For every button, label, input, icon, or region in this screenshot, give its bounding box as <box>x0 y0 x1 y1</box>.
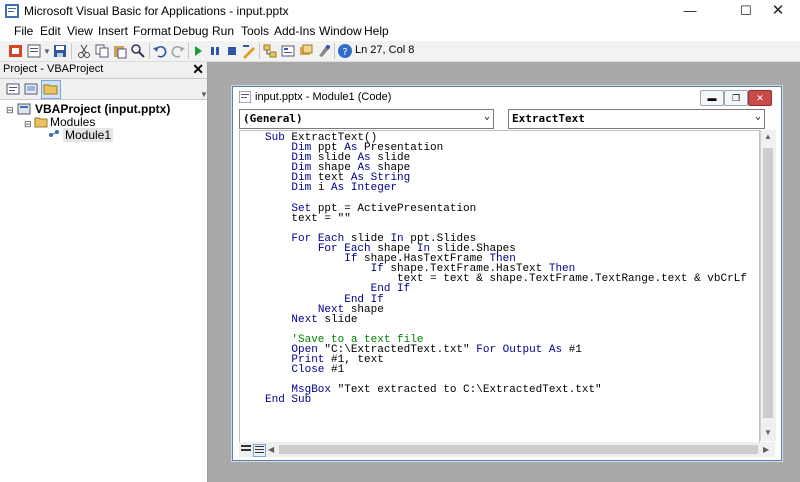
properties-icon[interactable] <box>280 43 296 59</box>
window-title: Microsoft Visual Basic for Applications … <box>24 4 289 18</box>
toggle-folders-button[interactable] <box>41 80 61 99</box>
menu-help[interactable]: Help <box>364 24 389 38</box>
help-icon[interactable]: ? <box>337 43 353 59</box>
code-window: input.pptx - Module1 (Code) ▬ ❐ ✕ (Gener… <box>232 86 782 461</box>
chevron-right-icon[interactable]: ▶ <box>763 445 769 454</box>
chevron-down-icon[interactable]: ▼ <box>43 47 51 56</box>
break-icon[interactable] <box>207 43 223 59</box>
resize-grip-icon: ▼ <box>200 90 208 99</box>
cut-icon[interactable] <box>76 43 92 59</box>
menu-window[interactable]: Window <box>319 24 362 38</box>
minimize-icon[interactable]: ▬ <box>700 90 724 106</box>
copy-icon[interactable] <box>94 43 110 59</box>
object-combo-value: (General) <box>243 112 303 125</box>
code-line: text = "" <box>265 212 351 225</box>
code-line: MsgBox "Text extracted to C:\ExtractedTe… <box>291 384 602 397</box>
toolbar-separator <box>334 43 335 59</box>
tree-module-module1[interactable]: Module1 <box>63 128 114 142</box>
menu-insert[interactable]: Insert <box>98 24 128 38</box>
collapse-icon[interactable]: ⊟ <box>6 105 14 116</box>
chevron-down-icon[interactable]: ⌄ <box>484 111 490 122</box>
vertical-scrollbar[interactable]: ▲ ▼ <box>760 130 776 441</box>
toolbar-separator <box>259 43 260 59</box>
project-pane-title: Project - VBAProject <box>3 63 104 75</box>
undo-icon[interactable] <box>152 43 168 59</box>
toolbox-icon[interactable] <box>316 43 332 59</box>
title-bar: Microsoft Visual Basic for Applications … <box>0 0 800 22</box>
redo-icon[interactable] <box>170 43 186 59</box>
procedure-combo-value: ExtractText <box>512 112 585 125</box>
chevron-left-icon[interactable]: ◀ <box>268 445 274 454</box>
object-browser-icon[interactable] <box>298 43 314 59</box>
view-object-icon[interactable] <box>23 81 39 97</box>
code-line: End Sub <box>265 394 312 407</box>
code-window-title: input.pptx - Module1 (Code) <box>255 91 392 103</box>
menu-tools[interactable]: Tools <box>241 24 269 38</box>
menu-run[interactable]: Run <box>212 24 234 38</box>
procedure-view-icon[interactable] <box>241 444 252 455</box>
chevron-down-icon[interactable]: ⌄ <box>755 111 761 122</box>
menu-bar: File Edit View Insert Format Debug Run T… <box>0 22 800 41</box>
full-module-view-icon[interactable] <box>253 444 266 457</box>
insert-module-icon[interactable] <box>26 43 42 59</box>
menu-file[interactable]: File <box>14 24 33 38</box>
project-pane-header: Project - VBAProject ✕ <box>0 61 207 79</box>
menu-view[interactable]: View <box>67 24 93 38</box>
vba-app-icon <box>5 4 19 18</box>
menu-edit[interactable]: Edit <box>40 24 61 38</box>
code-window-titlebar: input.pptx - Module1 (Code) ▬ ❐ ✕ <box>233 87 781 107</box>
toggle-folders-icon <box>43 84 58 95</box>
collapse-icon[interactable]: ⊟ <box>24 119 32 130</box>
code-line: Next slide <box>291 313 358 326</box>
horizontal-scroll-thumb[interactable] <box>279 445 758 454</box>
toolbar-separator <box>188 43 189 59</box>
project-explorer-icon[interactable] <box>262 43 278 59</box>
save-icon[interactable] <box>52 43 68 59</box>
reset-icon[interactable] <box>224 43 240 59</box>
chevron-down-icon[interactable]: ▼ <box>764 428 772 437</box>
close-icon[interactable]: ✕ <box>756 0 800 22</box>
code-editor[interactable]: Sub ExtractText() Dim ppt As Presentatio… <box>239 130 760 443</box>
toolbar-separator <box>149 43 150 59</box>
close-icon[interactable]: ✕ <box>192 61 204 78</box>
horizontal-scrollbar[interactable]: ◀ ▶ <box>239 442 775 457</box>
view-code-icon[interactable] <box>5 81 21 97</box>
paste-icon[interactable] <box>112 43 128 59</box>
code-line: Dim i As Integer <box>291 182 398 195</box>
cursor-position: Ln 27, Col 8 <box>355 44 415 56</box>
code-line: Close #1 <box>291 364 345 377</box>
view-powerpoint-icon[interactable] <box>8 43 24 59</box>
vba-project-icon <box>17 103 31 115</box>
toolbar-separator <box>71 43 72 59</box>
code-window-icon <box>239 91 251 103</box>
chevron-up-icon[interactable]: ▲ <box>764 132 772 141</box>
mdi-workspace: input.pptx - Module1 (Code) ▬ ❐ ✕ (Gener… <box>208 62 800 482</box>
menu-debug[interactable]: Debug <box>173 24 208 38</box>
close-icon[interactable]: ✕ <box>748 90 772 106</box>
design-mode-icon[interactable] <box>241 43 257 59</box>
vertical-scroll-thumb[interactable] <box>763 148 773 418</box>
procedure-combo[interactable]: ExtractText ⌄ <box>508 109 765 129</box>
restore-icon[interactable]: ❐ <box>724 90 748 106</box>
menu-format[interactable]: Format <box>133 24 171 38</box>
menu-add-ins[interactable]: Add-Ins <box>274 24 315 38</box>
find-icon[interactable] <box>130 43 146 59</box>
minimize-icon[interactable]: — <box>668 0 712 22</box>
project-pane-toolbar: ▼ <box>0 79 208 100</box>
tree-project-root[interactable]: VBAProject (input.pptx) <box>35 102 170 116</box>
object-combo[interactable]: (General) ⌄ <box>239 109 494 129</box>
project-explorer-pane: Project - VBAProject ✕ ▼ ⊟ VBAProject (i… <box>0 61 208 482</box>
code-text[interactable]: Sub ExtractText() Dim ppt As Presentatio… <box>265 133 747 406</box>
folder-icon <box>34 117 48 128</box>
module-icon <box>49 130 59 137</box>
standard-toolbar: ▼ ? Ln 27, Col 8 <box>0 41 800 62</box>
run-icon[interactable] <box>190 43 206 59</box>
svg-text:?: ? <box>342 47 347 58</box>
